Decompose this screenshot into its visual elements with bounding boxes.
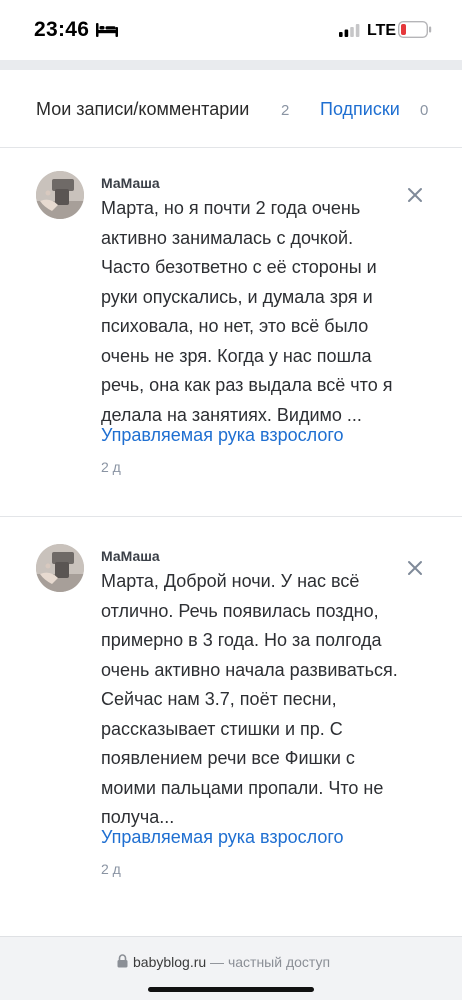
browser-address-bar[interactable]: babyblog.ru — частный доступ [0, 936, 462, 1000]
avatar-image [36, 171, 84, 219]
network-label: LTE [367, 22, 397, 39]
status-time: 23:46 [34, 18, 90, 41]
post-link[interactable]: Управляемая рука взрослого [101, 425, 344, 446]
avatar[interactable] [36, 171, 84, 219]
comment-item: МаМаша Марта, Доброй ночи. У нас всё отл… [0, 544, 462, 884]
private-access-label: — частный доступ [206, 954, 331, 970]
avatar-image [36, 544, 84, 592]
home-indicator[interactable] [148, 987, 314, 992]
avatar[interactable] [36, 544, 84, 592]
comment-time: 2 д [101, 861, 121, 877]
comment-author[interactable]: МаМаша [101, 175, 160, 191]
close-icon[interactable] [404, 184, 426, 206]
comment-author[interactable]: МаМаша [101, 548, 160, 564]
comment-item: МаМаша Марта, но я почти 2 года очень ак… [0, 171, 462, 481]
address-text: babyblog.ru — частный доступ [133, 954, 330, 970]
top-strip [0, 60, 462, 70]
comments-card: Мои записи/комментарии 2 Подписки 0 МаМа… [0, 70, 462, 936]
comment-divider [0, 516, 462, 517]
comment-text: Марта, но я почти 2 года очень активно з… [101, 198, 393, 425]
tabs-bar: Мои записи/комментарии 2 Подписки 0 [0, 70, 462, 148]
battery-icon [398, 21, 432, 38]
tab-my-records-count: 2 [281, 102, 290, 119]
bed-icon [96, 23, 118, 37]
post-link[interactable]: Управляемая рука взрослого [101, 827, 344, 848]
signal-icon [339, 24, 360, 37]
tab-subscriptions-count: 0 [420, 102, 429, 119]
status-bar: 23:46 LTE [0, 0, 462, 60]
tab-subscriptions[interactable]: Подписки [320, 99, 400, 120]
lock-icon [117, 954, 128, 968]
page: 23:46 LTE Мои записи/комментарии 2 Подпи… [0, 0, 462, 1000]
domain-label: babyblog.ru [133, 954, 207, 970]
comment-text: Марта, Доброй ночи. У нас всё отлично. Р… [101, 571, 398, 827]
comment-time: 2 д [101, 459, 121, 475]
close-icon[interactable] [404, 557, 426, 579]
tab-my-records[interactable]: Мои записи/комментарии [36, 99, 249, 120]
